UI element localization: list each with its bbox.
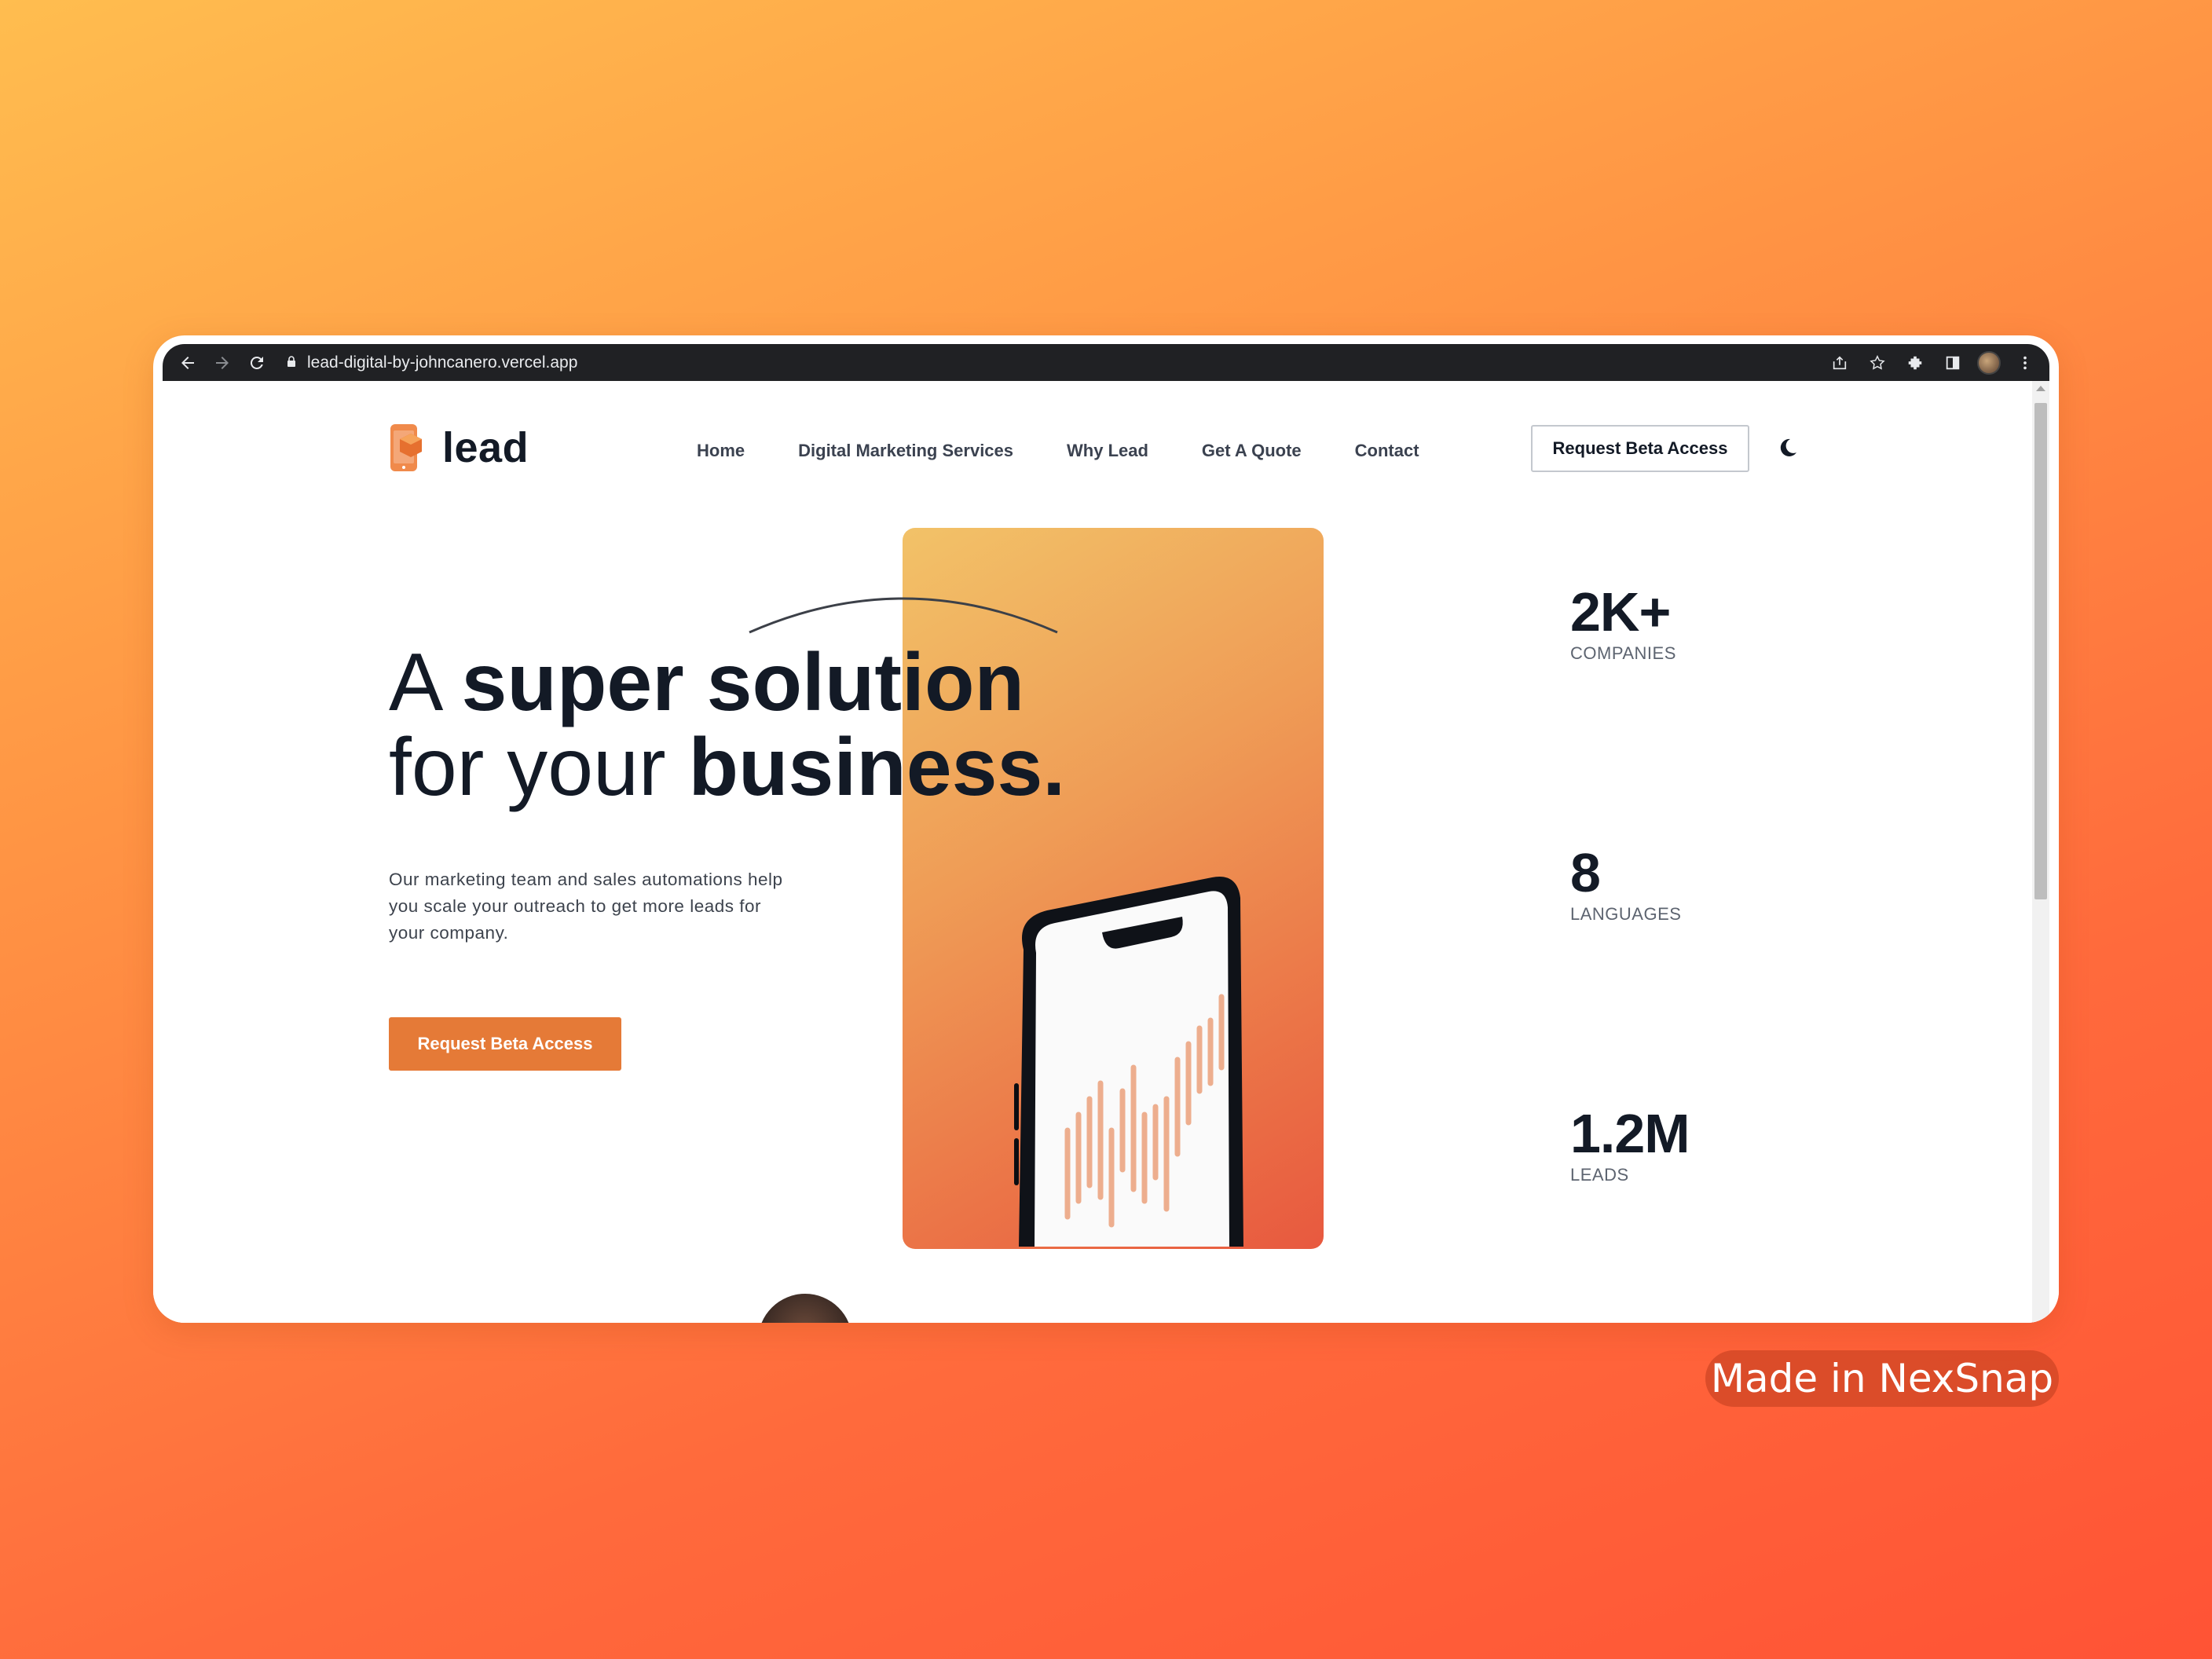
lock-icon [285,353,298,372]
logo-icon [390,424,422,471]
header-request-beta-button[interactable]: Request Beta Access [1531,425,1749,472]
nav-digital-marketing-services[interactable]: Digital Marketing Services [798,441,1013,461]
address-bar[interactable]: lead-digital-by-johncanero.vercel.app [285,348,1809,377]
stat-value: 8 [1570,842,1601,903]
logo-text: lead [442,424,529,471]
stat-companies: 2K+ COMPANIES [1570,584,1676,664]
stat-label: COMPANIES [1570,643,1676,663]
scrollbar-thumb[interactable] [2034,403,2047,899]
url-text[interactable]: lead-digital-by-johncanero.vercel.app [307,353,577,372]
main-nav: Home Digital Marketing Services Why Lead… [697,441,1419,461]
back-icon[interactable] [170,346,205,380]
profile-avatar[interactable] [1977,350,2001,375]
hero-headline: A super solution for your business. [389,640,1065,810]
stat-label: LANGUAGES [1570,904,1682,924]
scroll-up-arrow-icon[interactable] [2036,386,2045,391]
nav-home[interactable]: Home [697,441,745,461]
headline-line1-bold: super solution [461,637,1025,728]
reload-icon[interactable] [240,346,274,380]
headline-line1-light: A [389,637,462,728]
browser-window: lead-digital-by-johncanero.vercel.app le… [153,335,2059,1323]
side-panel-icon[interactable] [1939,350,1966,376]
decorative-arc [749,597,1058,634]
headline-line2-bold: business. [688,722,1066,813]
nav-why-lead[interactable]: Why Lead [1067,441,1148,461]
extensions-icon[interactable] [1902,350,1928,376]
site-logo[interactable]: lead [389,423,529,473]
star-icon[interactable] [1864,350,1891,376]
headline-line2-light: for your [389,722,689,813]
watermark-badge: Made in NexSnap [1705,1350,2059,1407]
hero-request-beta-button[interactable]: Request Beta Access [389,1017,621,1071]
moon-icon[interactable] [1778,438,1798,458]
more-icon[interactable] [2012,350,2038,376]
stat-value: 1.2M [1570,1103,1690,1164]
stat-leads: 1.2M LEADS [1570,1105,1690,1185]
stat-value: 2K+ [1570,581,1671,643]
stat-label: LEADS [1570,1165,1629,1185]
share-icon[interactable] [1826,350,1853,376]
forward-icon[interactable] [205,346,240,380]
stat-languages: 8 LANGUAGES [1570,844,1681,925]
browser-toolbar: lead-digital-by-johncanero.vercel.app [163,344,2049,381]
phone-illustration [1014,877,1243,1247]
scrollbar[interactable] [2032,381,2049,1323]
nav-get-a-quote[interactable]: Get A Quote [1202,441,1302,461]
nav-contact[interactable]: Contact [1355,441,1419,461]
hero-subtext: Our marketing team and sales automations… [389,870,783,943]
